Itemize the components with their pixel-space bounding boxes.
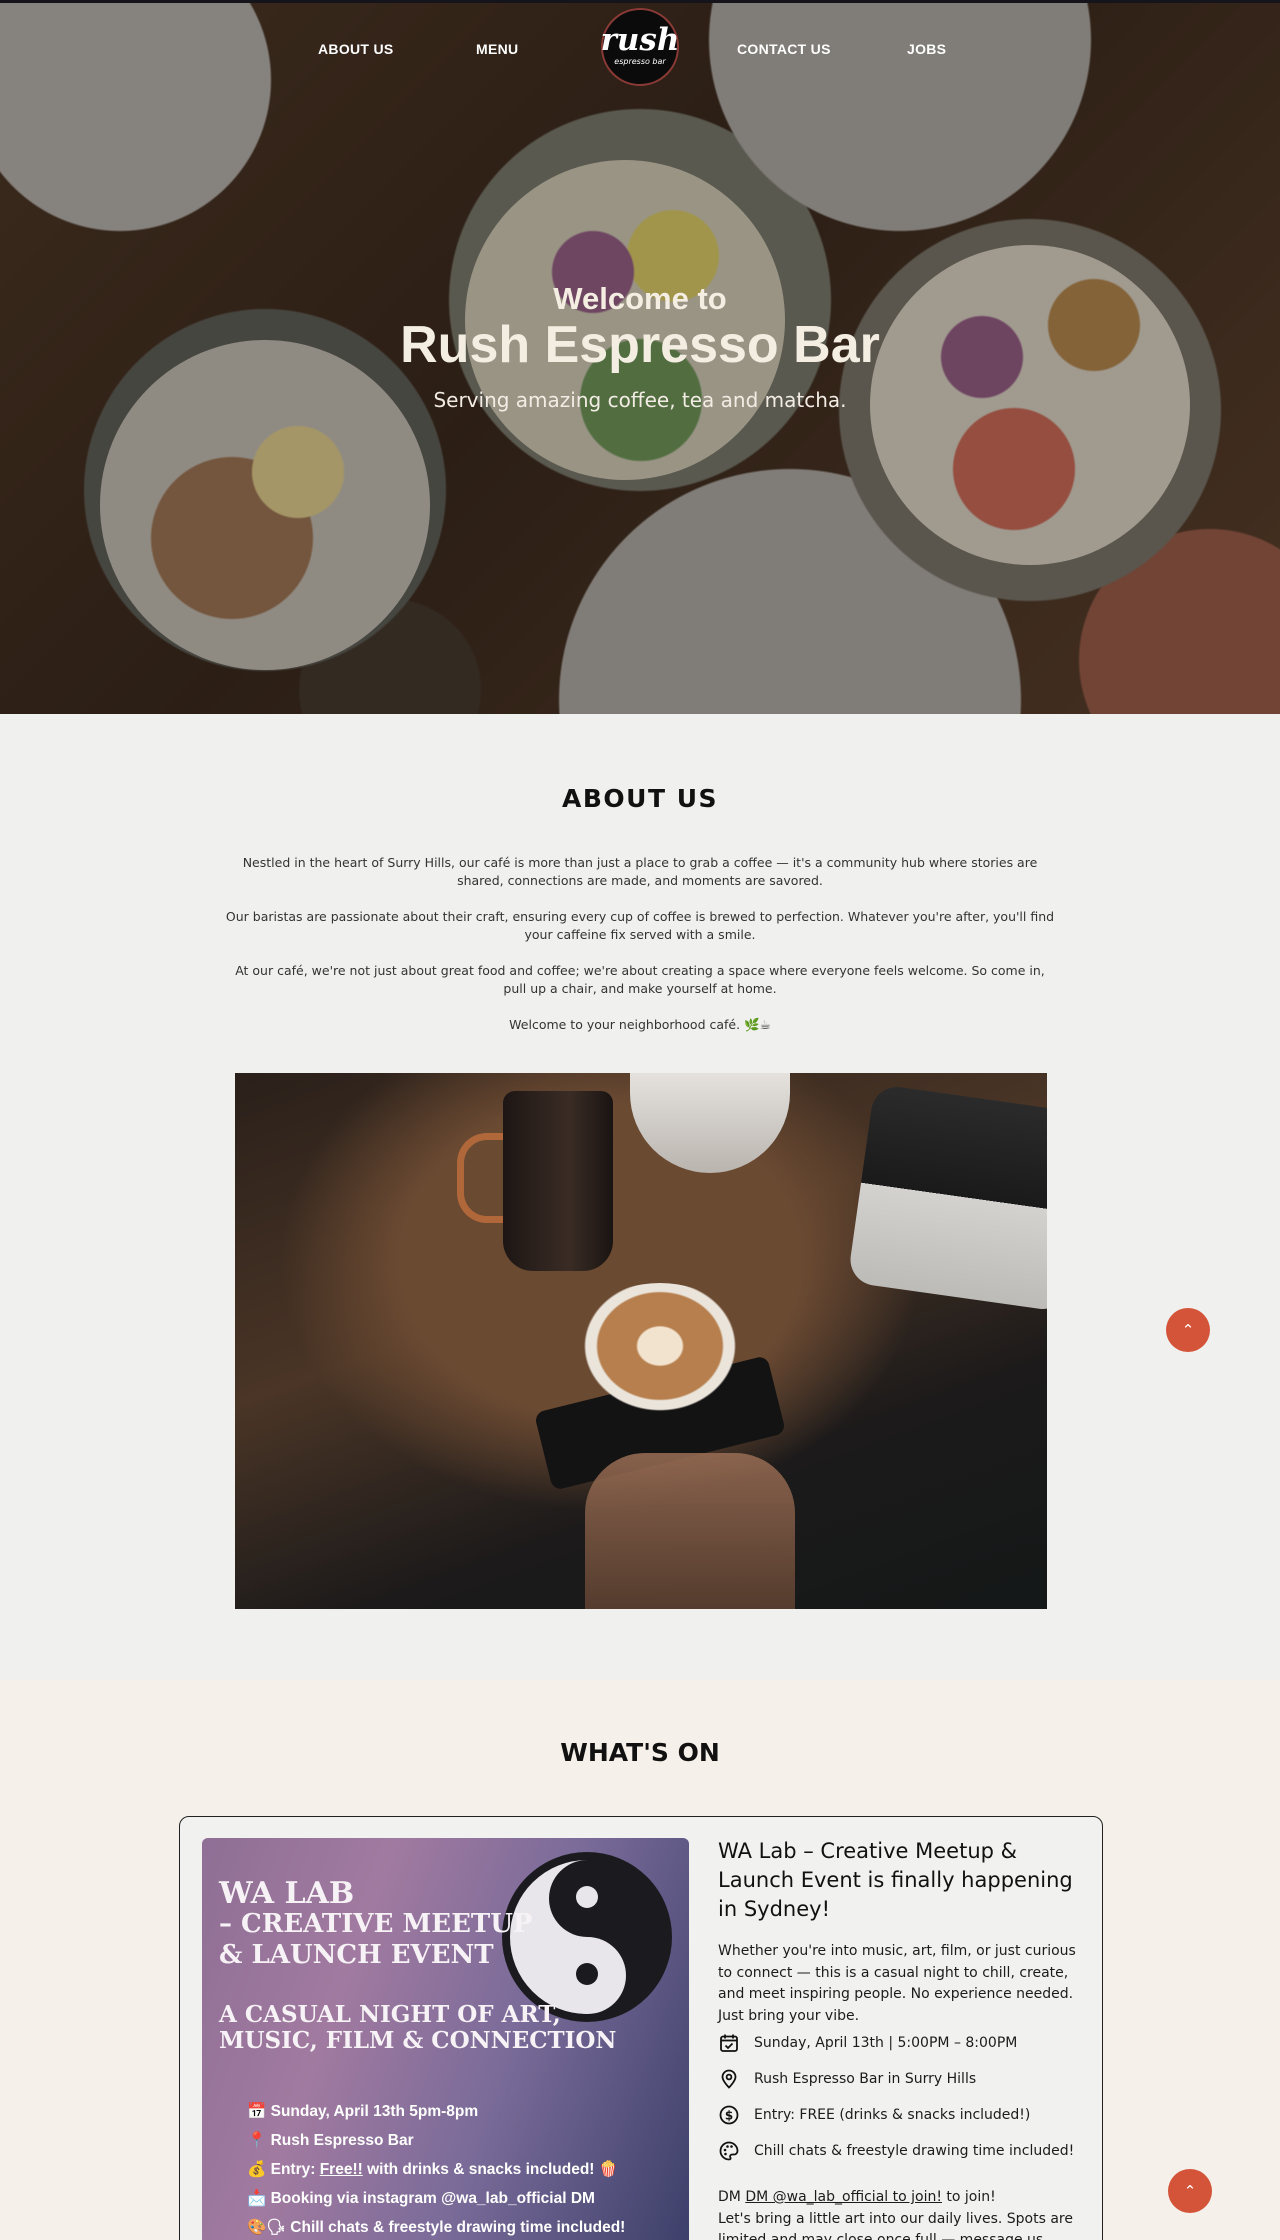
about-paragraph: Nestled in the heart of Surry Hills, our… [242, 855, 1038, 888]
poster-line: 📩 Booking via instagram @wa_lab_official… [247, 2190, 595, 2207]
logo-wordmark: rush [600, 21, 680, 58]
photo-plates [630, 1073, 790, 1173]
poster-line: 📅 Sunday, April 13th 5pm-8pm [247, 2103, 479, 2120]
chevron-up-icon: ⌃ [1183, 2182, 1197, 2200]
poster-title: WA LAB [219, 1876, 355, 1911]
poster-title: – CREATIVE MEETUP [219, 1909, 533, 1939]
main-nav: ABOUT US MENU rush espresso bar CONTACT … [0, 0, 1280, 92]
about-section: ABOUT US Nestled in the heart of Surry H… [0, 714, 1280, 1680]
calendar-icon [718, 2032, 740, 2054]
poster-subtitle: A CASUAL NIGHT OF ART, [219, 2001, 561, 2028]
photo-scale [847, 1083, 1047, 1313]
hero-welcome: Welcome to [553, 281, 727, 316]
site-logo[interactable]: rush espresso bar [601, 8, 679, 86]
event-location-row: Rush Espresso Bar in Surry Hills [718, 2067, 1098, 2091]
nav-contact-us[interactable]: CONTACT US [737, 41, 831, 57]
back-to-top-button[interactable]: ⌃ [1166, 1308, 1210, 1352]
event-dm-text: DM DM @wa_lab_official to join! to join!… [718, 2187, 1083, 2240]
event-entry-row: $ Entry: FREE (drinks & snacks included!… [718, 2103, 1098, 2127]
event-card: WA LAB – CREATIVE MEETUP & LAUNCH EVENT … [179, 1816, 1103, 2240]
poster-line: 💰 Entry: Free!! with drinks & snacks inc… [247, 2161, 619, 2178]
whats-on-heading: WHAT'S ON [560, 1738, 720, 1767]
poster-line: 🎨🗣 Chill chats & freestyle drawing time … [247, 2219, 626, 2236]
palette-icon [718, 2140, 740, 2162]
logo-tagline: espresso bar [614, 56, 666, 66]
event-date: Sunday, April 13th | 5:00PM – 8:00PM [754, 2035, 1018, 2051]
hero-title: Rush Espresso Bar [400, 316, 880, 374]
event-entry: Entry: FREE (drinks & snacks included!) [754, 2107, 1031, 2123]
event-closing: Let's bring a little art into our daily … [718, 2210, 1073, 2240]
whats-on-section: WHAT'S ON WA LAB – CREATIVE MEETUP & LAU… [0, 1680, 1280, 2240]
photo-latte-cup [570, 1283, 750, 1423]
event-title: WA Lab – Creative Meetup & Launch Event … [718, 1839, 1073, 1921]
about-paragraph: Welcome to your neighborhood café. 🌿☕ [509, 1017, 771, 1032]
instagram-dm-link[interactable]: DM @wa_lab_official to join! [745, 2189, 942, 2205]
poster-title: & LAUNCH EVENT [219, 1940, 494, 1970]
poster-subtitle: MUSIC, FILM & CONNECTION [219, 2027, 617, 2054]
photo-milk-jug [503, 1091, 613, 1271]
event-activity-row: Chill chats & freestyle drawing time inc… [718, 2139, 1098, 2163]
nav-about-us[interactable]: ABOUT US [318, 41, 394, 57]
svg-text:$: $ [725, 2109, 733, 2123]
dollar-circle-icon: $ [718, 2104, 740, 2126]
back-to-top-button[interactable]: ⌃ [1168, 2169, 1212, 2213]
event-activity: Chill chats & freestyle drawing time inc… [754, 2143, 1075, 2159]
poster-line: 📍 Rush Espresso Bar [247, 2132, 414, 2149]
event-poster: WA LAB – CREATIVE MEETUP & LAUNCH EVENT … [202, 1838, 689, 2240]
event-date-row: Sunday, April 13th | 5:00PM – 8:00PM [718, 2031, 1098, 2055]
chevron-up-icon: ⌃ [1181, 1321, 1195, 1339]
latte-photo [235, 1073, 1047, 1609]
about-heading: ABOUT US [561, 784, 719, 813]
event-location: Rush Espresso Bar in Surry Hills [754, 2071, 977, 2087]
hero-subtitle: Serving amazing coffee, tea and matcha. [433, 388, 847, 412]
about-paragraph: At our café, we're not just about great … [235, 963, 1045, 996]
nav-jobs[interactable]: JOBS [907, 41, 946, 57]
about-paragraph: Our baristas are passionate about their … [225, 909, 1055, 942]
nav-menu[interactable]: MENU [476, 41, 518, 57]
photo-hand [585, 1453, 795, 1609]
map-pin-icon [718, 2068, 740, 2090]
event-description: Whether you're into music, art, film, or… [718, 1943, 1076, 2024]
